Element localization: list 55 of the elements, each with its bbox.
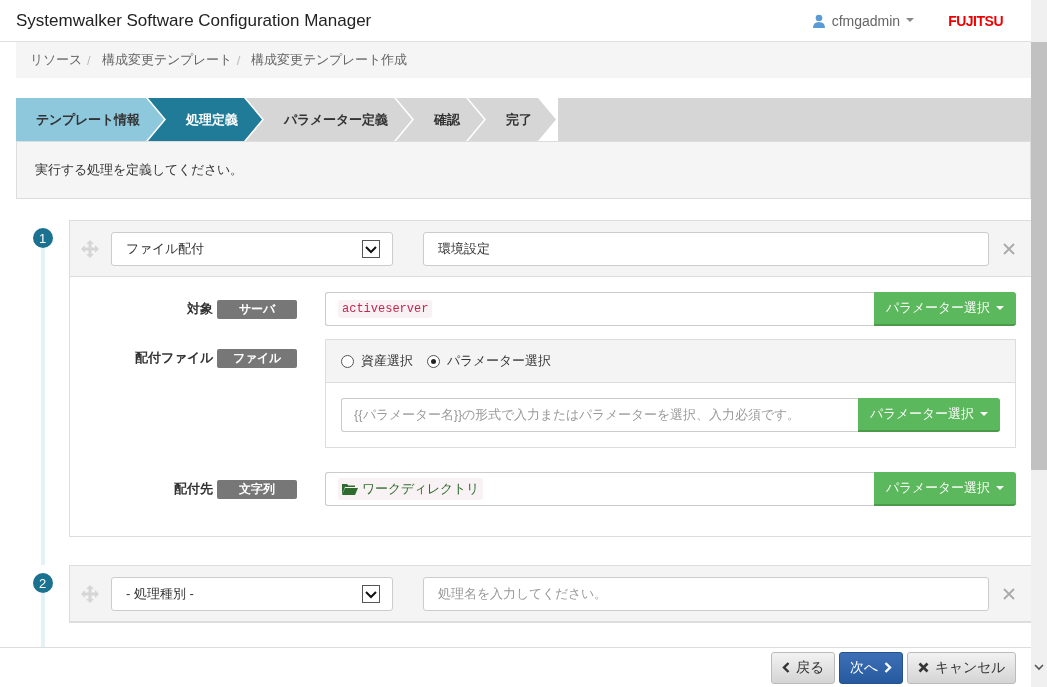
radio-option[interactable]: 資産選択 xyxy=(341,352,413,370)
parameter-field[interactable]: {{パラメーター名}}の形式で入力またはパラメーターを選択、入力必須です。 xyxy=(341,398,858,432)
type-badge: サーバ xyxy=(217,300,297,319)
close-icon[interactable] xyxy=(1003,242,1015,255)
breadcrumb-item: 構成変更テンプレート作成 xyxy=(251,51,408,69)
radio-option[interactable]: パラメーター選択 xyxy=(427,352,551,370)
user-icon xyxy=(811,13,826,28)
radio-button[interactable] xyxy=(427,354,440,368)
close-icon xyxy=(918,662,929,673)
type-badge: 文字列 xyxy=(217,480,297,499)
scrollbar-thumb[interactable] xyxy=(1031,42,1047,470)
close-icon[interactable] xyxy=(1003,587,1015,600)
radio-label: 資産選択 xyxy=(361,352,413,370)
footer-button[interactable]: 次へ xyxy=(839,651,903,684)
radio-button[interactable] xyxy=(341,354,354,368)
dropdown-icon xyxy=(362,584,380,603)
breadcrumb-separator: / xyxy=(236,52,241,68)
scroll-down-icon[interactable] xyxy=(1034,664,1044,671)
step-number: 1 xyxy=(32,228,53,248)
radio-label: パラメーター選択 xyxy=(447,352,551,370)
process-name-field[interactable]: 処理名を入力してください。 xyxy=(423,576,989,611)
breadcrumb-item[interactable]: 構成変更テンプレート xyxy=(101,51,232,69)
chevron-right-icon xyxy=(884,662,892,673)
type-badge: ファイル xyxy=(217,349,297,368)
value-field[interactable]: activeserver xyxy=(325,292,874,326)
breadcrumb-separator: / xyxy=(87,52,91,68)
move-icon[interactable] xyxy=(81,239,99,258)
chip-text: ワークディレクトリ xyxy=(362,480,479,498)
dropdown-icon xyxy=(362,239,380,258)
step-number: 2 xyxy=(32,573,53,593)
scrollbar[interactable] xyxy=(1031,0,1047,687)
field-label: 対象 xyxy=(187,300,213,318)
footer-button[interactable]: 戻る xyxy=(771,651,835,684)
user-menu[interactable]: cfmgadmin xyxy=(811,12,915,29)
value-field[interactable]: ワークディレクトリ xyxy=(325,472,874,506)
move-icon[interactable] xyxy=(81,584,99,603)
caret-icon xyxy=(996,485,1004,491)
field-label: 配付ファイル xyxy=(135,349,213,367)
process-name-field[interactable]: 環境設定 xyxy=(423,231,989,266)
logo: FUJITSU xyxy=(948,12,1003,29)
app-title: Systemwalker Software Configuration Manager xyxy=(16,10,373,31)
process-type-select[interactable]: - 処理種別 - xyxy=(111,576,393,611)
instruction-text: 実行する処理を定義してください。 xyxy=(35,161,243,179)
footer-button[interactable]: キャンセル xyxy=(907,651,1016,684)
breadcrumb-item[interactable]: リソース xyxy=(30,51,82,69)
folder-icon xyxy=(342,483,358,495)
caret-icon xyxy=(906,18,915,23)
parameter-chip: activeserver xyxy=(338,300,433,318)
wizard-step: パラメーター定義 xyxy=(246,98,412,141)
chevron-left-icon xyxy=(782,662,790,673)
wizard-step: 完了 xyxy=(468,98,556,141)
caret-icon xyxy=(996,305,1004,311)
caret-icon xyxy=(980,411,988,417)
process-type-select[interactable]: ファイル配付 xyxy=(111,231,393,266)
field-label: 配付先 xyxy=(174,480,213,498)
